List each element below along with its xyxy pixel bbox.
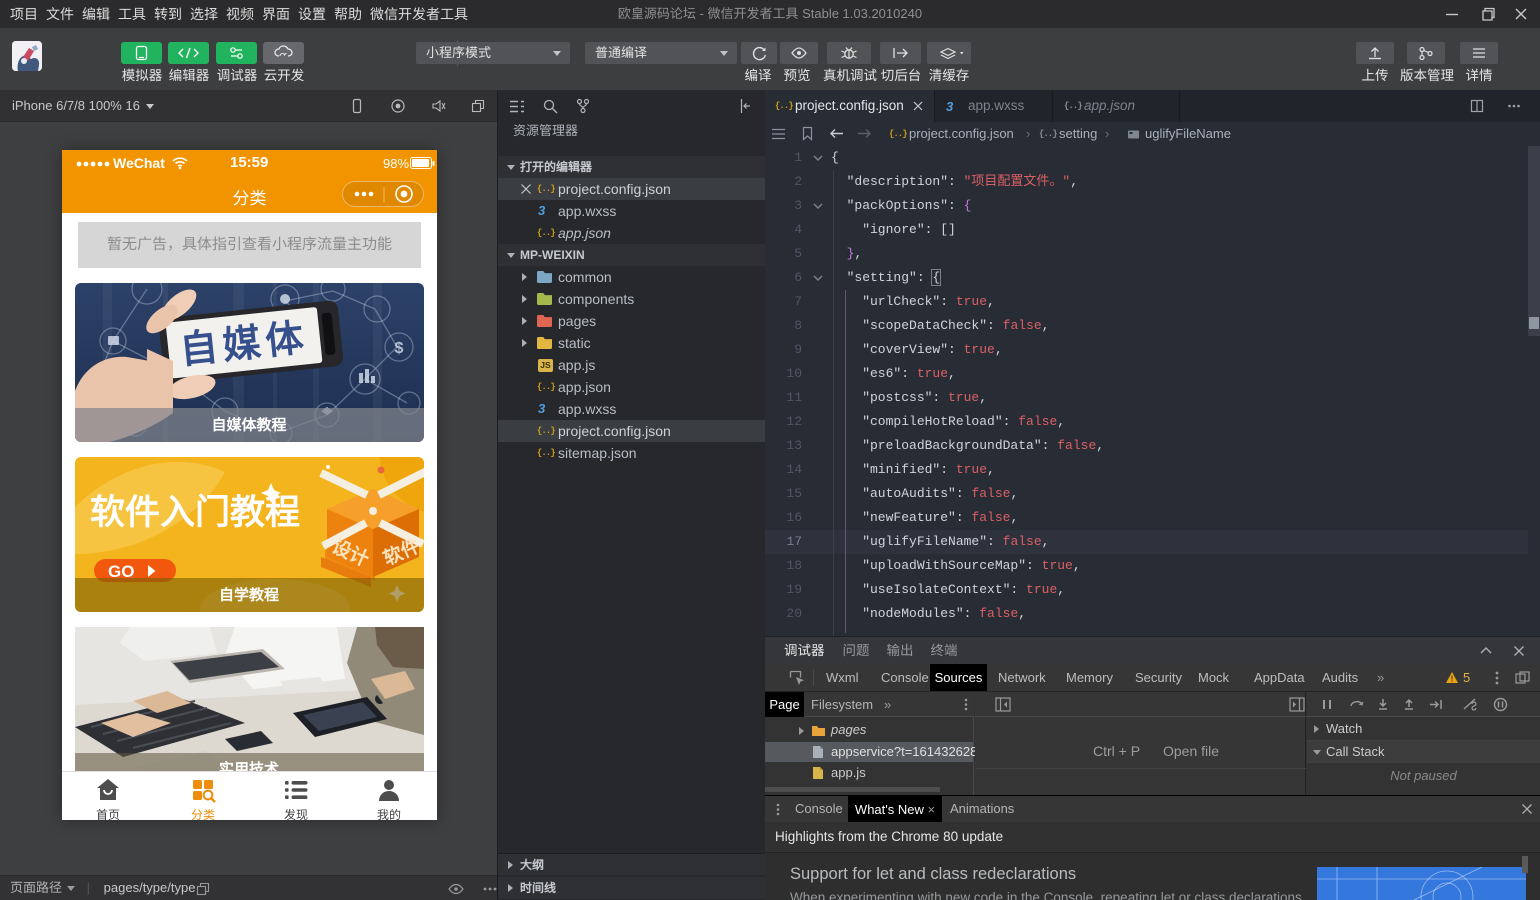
- svg-text:软件入门教程: 软件入门教程: [90, 484, 300, 535]
- svg-text:自学教程: 自学教程: [219, 584, 279, 605]
- svg-text:自媒体教程: 自媒体教程: [211, 414, 286, 435]
- svg-text:!: !: [1451, 675, 1454, 684]
- svg-text:$: $: [395, 340, 404, 357]
